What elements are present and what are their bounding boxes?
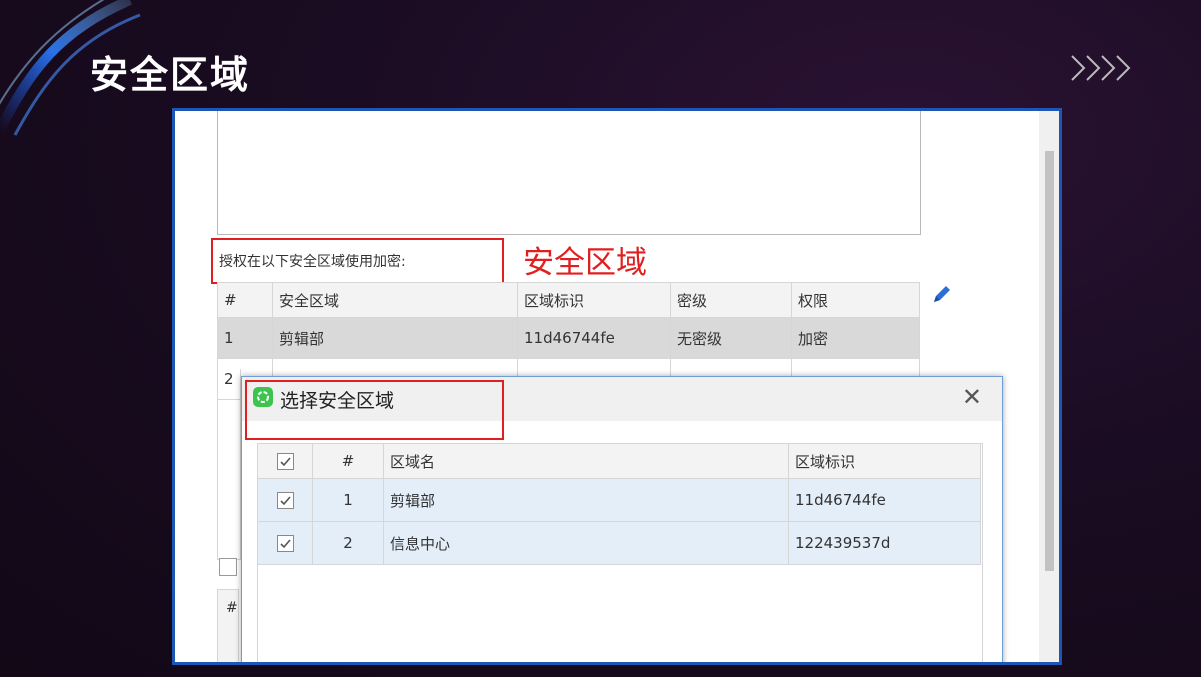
cell-secrecy: 无密级 xyxy=(670,317,792,359)
row-checkbox[interactable] xyxy=(276,492,294,509)
close-icon[interactable]: ✕ xyxy=(962,383,982,411)
app-screenshot: 授权在以下安全区域使用加密: 安全区域 # 安全区域 区域标识 密级 权限 1 … xyxy=(172,108,1062,665)
col-header-permission[interactable]: 权限 xyxy=(791,282,920,318)
select-zone-dialog: 选择安全区域 ✕ # 区域名 区域标识 1 剪辑部 11d46744fe 2 信… xyxy=(241,376,1003,662)
col-header-zone[interactable]: 安全区域 xyxy=(272,282,518,318)
cell-zone-name: 信息中心 xyxy=(383,521,789,565)
col-header-secrecy[interactable]: 密级 xyxy=(670,282,792,318)
col-header-index[interactable]: # xyxy=(312,443,384,479)
cell-zone-id: 11d46744fe xyxy=(517,317,671,359)
row-checkbox[interactable] xyxy=(276,535,294,552)
annotation-text: 安全区域 xyxy=(523,245,647,281)
zone-select-table: # 区域名 区域标识 1 剪辑部 11d46744fe 2 信息中心 12243… xyxy=(257,443,981,565)
slide-title: 安全区域 xyxy=(90,53,251,97)
header-checkbox[interactable] xyxy=(276,453,294,470)
table-header-row: # 区域名 区域标识 xyxy=(257,443,981,479)
cell-zone: 剪辑部 xyxy=(272,317,518,359)
highlight-box-title xyxy=(245,380,504,440)
chevron-right-icon xyxy=(1071,55,1131,81)
cell-permission: 加密 xyxy=(791,317,920,359)
table-row[interactable]: 1 剪辑部 11d46744fe xyxy=(257,478,981,522)
scrollbar-thumb[interactable] xyxy=(1045,151,1054,571)
table-left-strip xyxy=(217,369,241,560)
col-header-zone-name[interactable]: 区域名 xyxy=(383,443,789,479)
cell-index: 2 xyxy=(312,521,384,565)
row-checkbox-cell[interactable] xyxy=(257,521,313,565)
cell-index: 1 xyxy=(312,478,384,522)
cell-zone-name: 剪辑部 xyxy=(383,478,789,522)
table-row[interactable]: 2 信息中心 122439537d xyxy=(257,521,981,565)
col-header-checkbox[interactable] xyxy=(257,443,313,479)
edit-pencil-icon[interactable] xyxy=(931,283,953,305)
col-header-index[interactable]: # xyxy=(217,282,273,318)
col-header-zone-id[interactable]: 区域标识 xyxy=(517,282,671,318)
row-checkbox-cell[interactable] xyxy=(257,478,313,522)
second-table-header: # xyxy=(217,589,239,662)
cell-zone-id: 122439537d xyxy=(788,521,981,565)
col-header-zone-id[interactable]: 区域标识 xyxy=(788,443,981,479)
table-header-row: # 安全区域 区域标识 密级 权限 xyxy=(217,282,920,318)
select-all-checkbox[interactable] xyxy=(219,558,237,576)
highlight-box-label xyxy=(211,238,504,284)
cell-zone-id: 11d46744fe xyxy=(788,478,981,522)
vertical-scrollbar[interactable] xyxy=(1039,111,1059,662)
description-textarea[interactable] xyxy=(217,111,921,235)
cell-index: 1 xyxy=(217,317,273,359)
table-row[interactable]: 1 剪辑部 11d46744fe 无密级 加密 xyxy=(217,317,920,359)
